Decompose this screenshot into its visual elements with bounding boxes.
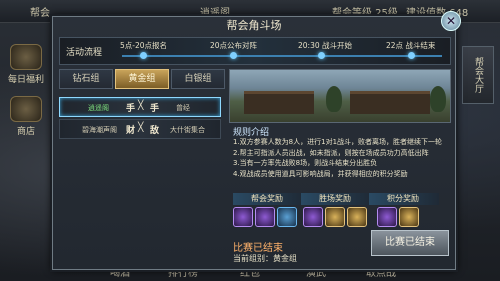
- flow-step: 20:30 战斗开始: [298, 41, 352, 50]
- dialog-title: 帮会角斗场: [226, 19, 282, 32]
- flow-step: 22点 战斗结束: [386, 41, 436, 50]
- flow-step: 20点公布对阵: [210, 41, 258, 50]
- reward-item[interactable]: [325, 207, 345, 227]
- welfare-icon: [10, 44, 42, 70]
- reward-item[interactable]: [277, 207, 297, 227]
- reward-item[interactable]: [303, 207, 323, 227]
- guild-hall-button[interactable]: 帮会大厅: [462, 46, 494, 104]
- match-row[interactable]: 逍遥阁 手 ╳ 手 曾经: [59, 97, 221, 117]
- match-row[interactable]: 碧海潮声阁 财 ╳ 敌 大什街集合: [59, 119, 221, 139]
- guild-reward-header: 帮会奖励: [233, 193, 303, 205]
- current-group: 当前组别：黄金组: [233, 254, 297, 263]
- tab-gold[interactable]: 黄金组: [115, 69, 169, 89]
- shop-button[interactable]: 商店: [6, 96, 46, 137]
- guild-title: 帮会: [30, 8, 50, 19]
- flow-label: 活动流程: [66, 48, 103, 58]
- rules-text: 1.双方参赛人数为8人，进行1对1战斗，败者离场，胜者继续下一轮 2.帮主可指派…: [233, 138, 443, 178]
- arena-scene-image: [229, 69, 451, 123]
- match-status: 比赛已结束: [233, 243, 283, 254]
- shop-icon: [10, 96, 42, 122]
- reward-item[interactable]: [377, 207, 397, 227]
- reward-item[interactable]: [255, 207, 275, 227]
- flow-dot: [230, 52, 237, 59]
- vs-icon: ╳: [138, 101, 144, 111]
- winner-reward-header: 胜场奖励: [301, 193, 371, 205]
- reward-item[interactable]: [347, 207, 367, 227]
- tab-diamond[interactable]: 钻石组: [59, 69, 113, 89]
- daily-welfare-button[interactable]: 每日福利: [6, 44, 46, 85]
- activity-flow: 活动流程 5点-20点报名 20点公布对阵 20:30 战斗开始 22点 战斗结…: [59, 37, 451, 65]
- reward-item[interactable]: [233, 207, 253, 227]
- flow-dot: [318, 52, 325, 59]
- close-icon[interactable]: ✕: [441, 11, 461, 31]
- flow-dot: [140, 52, 147, 59]
- flow-line: [122, 55, 442, 57]
- flow-dot: [408, 52, 415, 59]
- flow-step: 5点-20点报名: [120, 41, 168, 50]
- vs-icon: ╳: [138, 123, 144, 133]
- reward-item[interactable]: [399, 207, 419, 227]
- guild-arena-dialog: 帮会角斗场 ✕ 活动流程 5点-20点报名 20点公布对阵 20:30 战斗开始…: [52, 11, 461, 270]
- match-ended-button[interactable]: 比赛已结束: [371, 230, 449, 256]
- tab-silver[interactable]: 白银组: [171, 69, 225, 89]
- points-reward-header: 积分奖励: [369, 193, 439, 205]
